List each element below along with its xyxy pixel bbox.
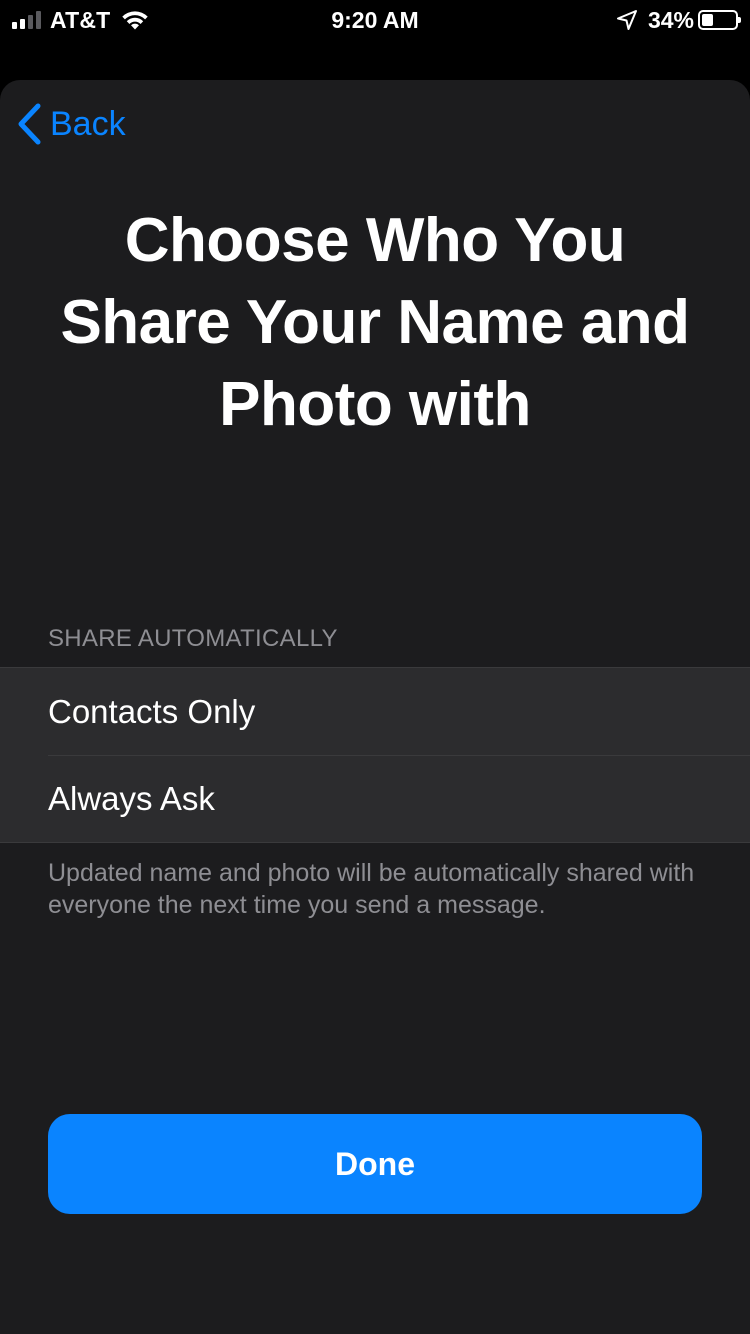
option-label: Always Ask [48,779,215,817]
option-always-ask[interactable]: Always Ask [0,755,750,842]
section-footer: Updated name and photo will be automatic… [48,859,695,919]
chevron-left-icon [18,103,41,145]
option-contacts-only[interactable]: Contacts Only [0,668,750,755]
modal-sheet: Back Choose Who You Share Your Name and … [0,80,750,1334]
share-options-list: Contacts Only Always Ask [0,667,750,843]
status-bar: AT&T 9:20 AM 34% [0,0,750,40]
status-bar-right: 34% [616,6,741,34]
section-header: SHARE AUTOMATICALLY [48,625,338,652]
back-button[interactable]: Back [16,102,126,146]
back-label: Back [50,104,126,143]
option-label: Contacts Only [48,692,256,730]
location-arrow-icon [616,10,637,30]
battery-icon [698,10,741,30]
battery-percent: 34% [647,6,694,33]
done-label: Done [335,1145,415,1182]
battery-fill [702,14,713,26]
page-title: Choose Who You Share Your Name and Photo… [60,206,690,439]
done-button[interactable]: Done [48,1114,702,1214]
